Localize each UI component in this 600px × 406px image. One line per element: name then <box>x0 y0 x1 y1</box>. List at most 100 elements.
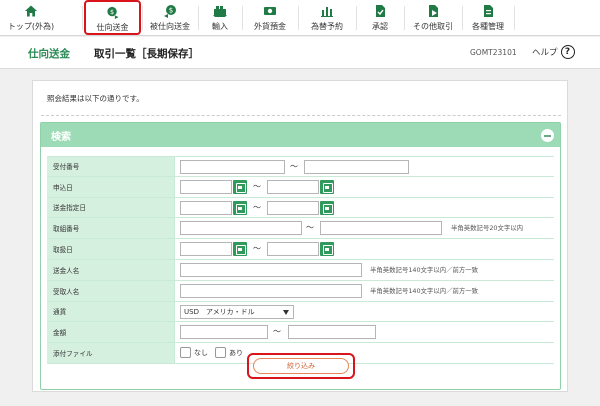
send-date-to-input[interactable] <box>267 200 319 215</box>
receipt-no-from-input[interactable] <box>180 160 285 174</box>
range-tilde: ～ <box>273 327 281 337</box>
page-header: 仕向送金 取引一覧［長期保存］ GOMT23101 ヘルプ ? <box>0 37 600 69</box>
nav-label: 各種管理 <box>472 22 504 31</box>
field-label: 添付ファイル <box>47 343 174 363</box>
nav-label: 外貨預金 <box>254 22 286 31</box>
form-row-apply-date: 申込日 ～ <box>47 176 554 198</box>
range-tilde: ～ <box>253 181 261 191</box>
page-title: 取引一覧［長期保存］ <box>94 48 199 60</box>
field-label: 通貨 <box>47 301 174 322</box>
nav-label: トップ(外為) <box>7 22 55 31</box>
exchange-contract-icon <box>321 7 333 17</box>
calendar-icon[interactable] <box>320 242 334 257</box>
home-icon <box>25 5 37 17</box>
range-tilde: ～ <box>306 223 314 233</box>
attachment-none-checkbox[interactable] <box>180 347 191 359</box>
field-label: 送金人名 <box>47 259 174 280</box>
nav-item-top[interactable]: トップ(外為) <box>2 0 60 36</box>
svg-text:$: $ <box>110 8 114 16</box>
help-icon: ? <box>560 45 575 59</box>
filter-button[interactable]: 絞り込み <box>253 358 349 374</box>
svg-text:$: $ <box>169 7 173 15</box>
nav-label: 被仕向送金 <box>150 22 190 31</box>
calendar-icon[interactable] <box>233 179 247 194</box>
calendar-icon[interactable] <box>233 200 247 215</box>
nav-item-management[interactable]: 各種管理 <box>463 0 513 36</box>
field-label: 送金指定日 <box>47 197 174 218</box>
management-icon <box>484 5 493 17</box>
form-row-receipt-no: 受付番号 ～ <box>47 156 554 177</box>
form-row-beneficiary: 受取人名 半角英数記号140文字以内／前方一致 <box>47 280 554 302</box>
field-label: 取組番号 <box>47 218 174 239</box>
nav-label: その他取引 <box>413 22 453 31</box>
receipt-no-to-input[interactable] <box>304 160 409 174</box>
send-date-from-input[interactable] <box>180 200 232 215</box>
nav-item-exchange-contract[interactable]: 為替予約 <box>299 0 355 36</box>
result-message: 照会結果は以下の通りです。 <box>47 94 144 103</box>
form-row-handle-date: 取扱日 ～ <box>47 239 554 260</box>
field-label: 受付番号 <box>47 157 174 176</box>
range-tilde: ～ <box>290 162 298 171</box>
nav-item-import[interactable]: 輸入 <box>199 0 241 36</box>
import-icon <box>213 6 227 17</box>
calendar-icon[interactable] <box>320 179 334 194</box>
approval-icon <box>376 5 385 17</box>
field-label: 金額 <box>47 322 174 343</box>
inward-remittance-icon: $ <box>164 5 176 18</box>
nav-label: 為替予約 <box>311 22 343 31</box>
collapse-icon[interactable] <box>541 129 554 142</box>
nav-label: 仕向送金 <box>96 23 129 32</box>
main-content: 照会結果は以下の通りです。 検索 受付番号 ～ 申込日 ～ 送金指定日 ～ 取組… <box>32 80 568 392</box>
apply-date-to-input[interactable] <box>267 179 319 194</box>
nav-divider <box>82 6 83 30</box>
nav-item-other-transactions[interactable]: その他取引 <box>405 0 461 36</box>
remitter-name-input[interactable] <box>180 262 362 277</box>
nav-item-approval[interactable]: 承認 <box>357 0 403 36</box>
form-row-remitter: 送金人名 半角英数記号140文字以内／前方一致 <box>47 259 554 281</box>
amount-to-input[interactable] <box>288 325 376 340</box>
txn-no-from-input[interactable] <box>180 221 302 236</box>
form-row-send-date: 送金指定日 ～ <box>47 197 554 219</box>
currency-selected-value: USD アメリカ・ドル <box>184 307 255 316</box>
submit-highlight: 絞り込み <box>247 353 355 379</box>
nav-divider <box>514 6 515 30</box>
help-link[interactable]: ヘルプ ? <box>532 45 575 59</box>
checkbox-label: なし <box>194 349 208 358</box>
other-transactions-icon <box>429 5 438 17</box>
foreign-deposit-icon <box>264 7 276 15</box>
field-note: 半角英数記号140文字以内／前方一致 <box>370 265 479 274</box>
divider <box>41 115 561 116</box>
calendar-icon[interactable] <box>320 200 334 215</box>
handle-date-from-input[interactable] <box>180 242 232 257</box>
txn-no-to-input[interactable] <box>320 221 442 236</box>
help-label: ヘルプ <box>532 48 558 58</box>
outward-remittance-icon: $ <box>106 6 119 19</box>
calendar-icon[interactable] <box>233 242 247 257</box>
form-row-currency: 通貨 USD アメリカ・ドル <box>47 301 554 323</box>
field-label: 受取人名 <box>47 280 174 301</box>
nav-item-inward-remittance[interactable]: $ 被仕向送金 <box>143 0 197 36</box>
search-panel-header: 検索 <box>41 123 560 147</box>
search-panel-title: 検索 <box>51 132 71 143</box>
top-navigation: トップ(外為) $ 仕向送金 $ 被仕向送金 輸入 外貨預金 為替予約 承認 そ… <box>0 0 600 36</box>
field-note: 半角英数記号20文字以内 <box>451 224 524 233</box>
nav-item-outward-remittance[interactable]: $ 仕向送金 <box>84 0 141 35</box>
range-tilde: ～ <box>253 244 261 254</box>
field-label: 取扱日 <box>47 239 174 259</box>
field-note: 半角英数記号140文字以内／前方一致 <box>370 286 479 295</box>
form-row-amount: 金額 ～ <box>47 322 554 344</box>
apply-date-from-input[interactable] <box>180 179 232 194</box>
beneficiary-name-input[interactable] <box>180 283 362 298</box>
amount-from-input[interactable] <box>180 325 268 340</box>
breadcrumb: 仕向送金 <box>28 48 70 60</box>
currency-select[interactable]: USD アメリカ・ドル <box>180 304 294 319</box>
nav-label: 承認 <box>372 22 388 31</box>
form-row-txn-no: 取組番号 ～ 半角英数記号20文字以内 <box>47 218 554 240</box>
search-panel: 検索 受付番号 ～ 申込日 ～ 送金指定日 ～ 取組番号 ～ 半角英数記号20文… <box>40 122 561 390</box>
nav-item-foreign-deposit[interactable]: 外貨預金 <box>243 0 297 36</box>
chevron-down-icon <box>283 309 289 315</box>
attachment-exists-checkbox[interactable] <box>215 347 226 359</box>
checkbox-label: あり <box>229 349 243 358</box>
handle-date-to-input[interactable] <box>267 242 319 257</box>
range-tilde: ～ <box>253 202 261 212</box>
